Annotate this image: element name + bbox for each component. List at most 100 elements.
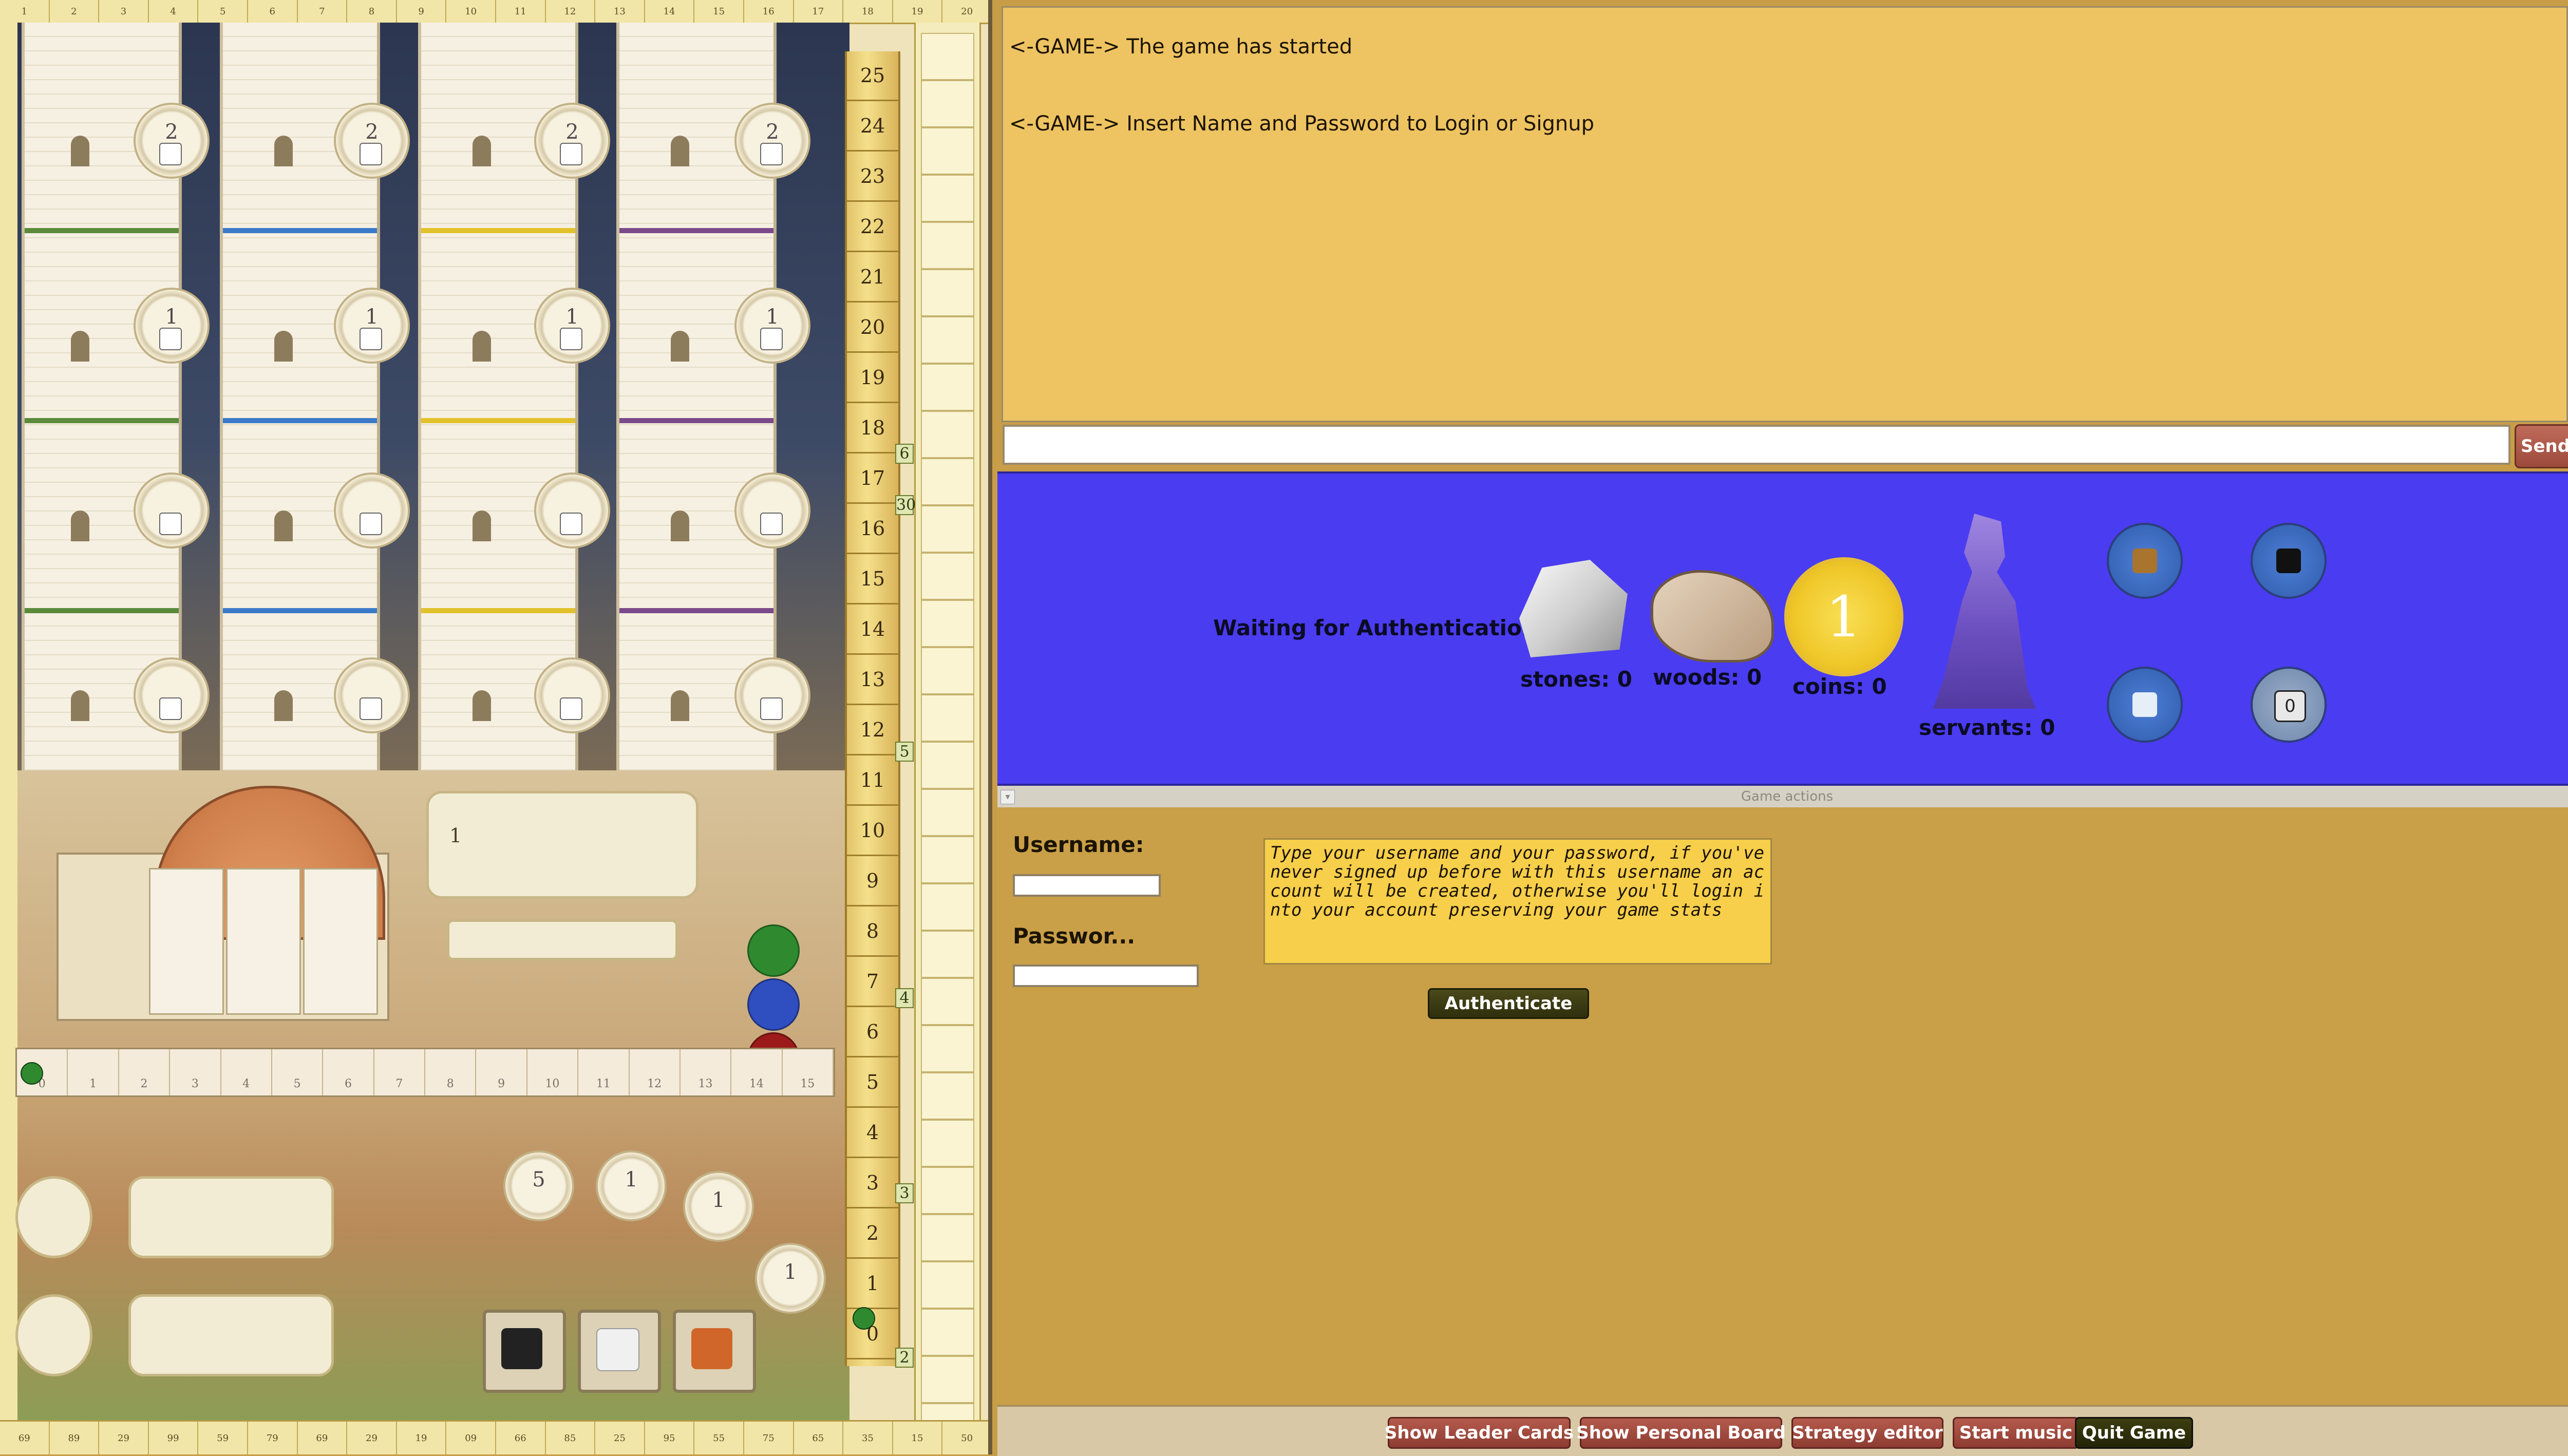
die-icon [560, 697, 582, 720]
market-space[interactable]: 5 [503, 1150, 574, 1221]
tower-action-space[interactable]: 2 [734, 103, 810, 179]
tower-band [619, 608, 773, 613]
send-button[interactable]: Send [2515, 424, 2568, 468]
neutral-family-member-disc[interactable]: 0 [2251, 667, 2327, 743]
white-die-icon [596, 1328, 639, 1371]
tower-action-space[interactable] [134, 472, 210, 549]
excommunication-slot[interactable] [149, 868, 224, 1015]
show-personal-board-button[interactable]: Show Personal Board [1576, 1417, 1786, 1449]
council-palace[interactable]: 1 [426, 791, 698, 899]
collapse-toggle-icon[interactable]: ▾ [1000, 790, 1015, 804]
username-input[interactable] [1013, 874, 1161, 897]
white-family-member-disc[interactable] [2107, 667, 2183, 743]
space-cost: 1 [365, 305, 379, 329]
strategy-editor-button[interactable]: Strategy editor [1791, 1417, 1943, 1449]
die-icon [159, 143, 182, 165]
white-die-tile[interactable] [578, 1310, 661, 1393]
quit-game-button[interactable]: Quit Game [2075, 1417, 2193, 1449]
victory-track-cell [921, 80, 974, 127]
tower-action-space[interactable]: 2 [134, 103, 210, 179]
victory-track-cell [921, 33, 974, 80]
die-icon [159, 697, 182, 720]
tower-action-space[interactable] [534, 472, 610, 549]
score-track-cell: 59 [198, 1422, 248, 1454]
password-input[interactable] [1013, 965, 1199, 987]
tower-action-space[interactable]: 2 [534, 103, 610, 179]
military-track-cell: 13 [847, 655, 898, 705]
harvest-space[interactable] [15, 1176, 92, 1258]
market-space[interactable]: 1 [755, 1243, 826, 1314]
game-actions-title: Game actions [1741, 789, 1834, 804]
game-actions-header: ▾ Game actions [997, 786, 2568, 808]
excommunication-slot[interactable] [226, 868, 301, 1015]
die-icon [560, 513, 582, 535]
victory-track-cell [921, 411, 974, 458]
market-space[interactable]: 1 [596, 1150, 667, 1221]
tower-window [671, 331, 689, 362]
market-value: 1 [784, 1260, 797, 1284]
market-space[interactable]: 1 [683, 1171, 754, 1242]
orange-family-member-disc[interactable] [2107, 523, 2183, 599]
victory-track-cell [921, 1025, 974, 1072]
military-track-cell: 2 [847, 1209, 898, 1259]
game-actions-panel [997, 807, 2568, 1403]
military-track-cell: 19 [847, 353, 898, 403]
show-leader-cards-button[interactable]: Show Leader Cards [1385, 1417, 1574, 1449]
production-space[interactable] [15, 1294, 92, 1376]
orange-die-tile[interactable] [673, 1310, 756, 1393]
tower-window [473, 690, 491, 721]
die-icon [760, 513, 783, 535]
military-track-cell: 16 [847, 504, 898, 554]
tower-action-space[interactable]: 2 [334, 103, 410, 179]
player-chip-blue[interactable] [747, 978, 800, 1031]
tower-band [421, 228, 575, 233]
tower-band [223, 228, 377, 233]
tower-band [619, 418, 773, 423]
victory-track-cell [921, 222, 974, 269]
tower-action-space[interactable]: 1 [134, 288, 210, 364]
score-track-cell: 3 [99, 0, 149, 23]
die-icon [360, 697, 382, 720]
tower-band [223, 418, 377, 423]
score-track-cell: 9 [397, 0, 447, 23]
faith-track-cell: 4 [221, 1049, 272, 1095]
tower-window [671, 690, 689, 721]
black-die-tile[interactable] [483, 1310, 566, 1393]
chat-input[interactable] [1003, 425, 2510, 465]
production-area[interactable] [128, 1294, 334, 1376]
space-cost: 2 [165, 120, 178, 144]
space-cost: 2 [365, 120, 379, 144]
die-icon [159, 513, 182, 535]
score-track-cell: 16 [744, 0, 794, 23]
die-icon [560, 328, 582, 350]
tower-action-space[interactable] [734, 472, 810, 549]
faith-marker [21, 1062, 43, 1085]
tower-action-space[interactable] [534, 657, 610, 733]
authenticate-button[interactable]: Authenticate [1428, 988, 1589, 1019]
harvest-area[interactable] [128, 1176, 334, 1258]
victory-track-cell [921, 127, 974, 175]
tower-band [619, 228, 773, 233]
excommunication-slot[interactable] [303, 868, 378, 1015]
tower-action-space[interactable]: 1 [334, 288, 410, 364]
victory-track-cell [921, 742, 974, 789]
player-chip-green[interactable] [747, 924, 800, 977]
victory-track-cell [921, 1214, 974, 1261]
council-bonus: 1 [449, 824, 462, 847]
tower-action-space[interactable]: 1 [734, 288, 810, 364]
die-icon [760, 143, 783, 165]
score-track-cell: 6 [248, 0, 298, 23]
tower-action-space[interactable] [134, 657, 210, 733]
tower-action-space[interactable] [334, 657, 410, 733]
tower-action-space[interactable]: 1 [534, 288, 610, 364]
victory-track-cell [921, 789, 974, 836]
tower-window [671, 510, 689, 541]
tower-action-space[interactable] [334, 472, 410, 549]
black-family-member-disc[interactable] [2251, 523, 2327, 599]
top-score-track: 1 2 3 4 5 6 7 8 9 10 11 12 13 14 15 16 17 18 19 20 [0, 0, 988, 24]
tower-band [25, 608, 179, 613]
victory-track-cell [921, 364, 974, 411]
score-track-cell: 13 [595, 0, 645, 23]
tower-action-space[interactable] [734, 657, 810, 733]
start-music-button[interactable]: Start music [1953, 1417, 2079, 1449]
